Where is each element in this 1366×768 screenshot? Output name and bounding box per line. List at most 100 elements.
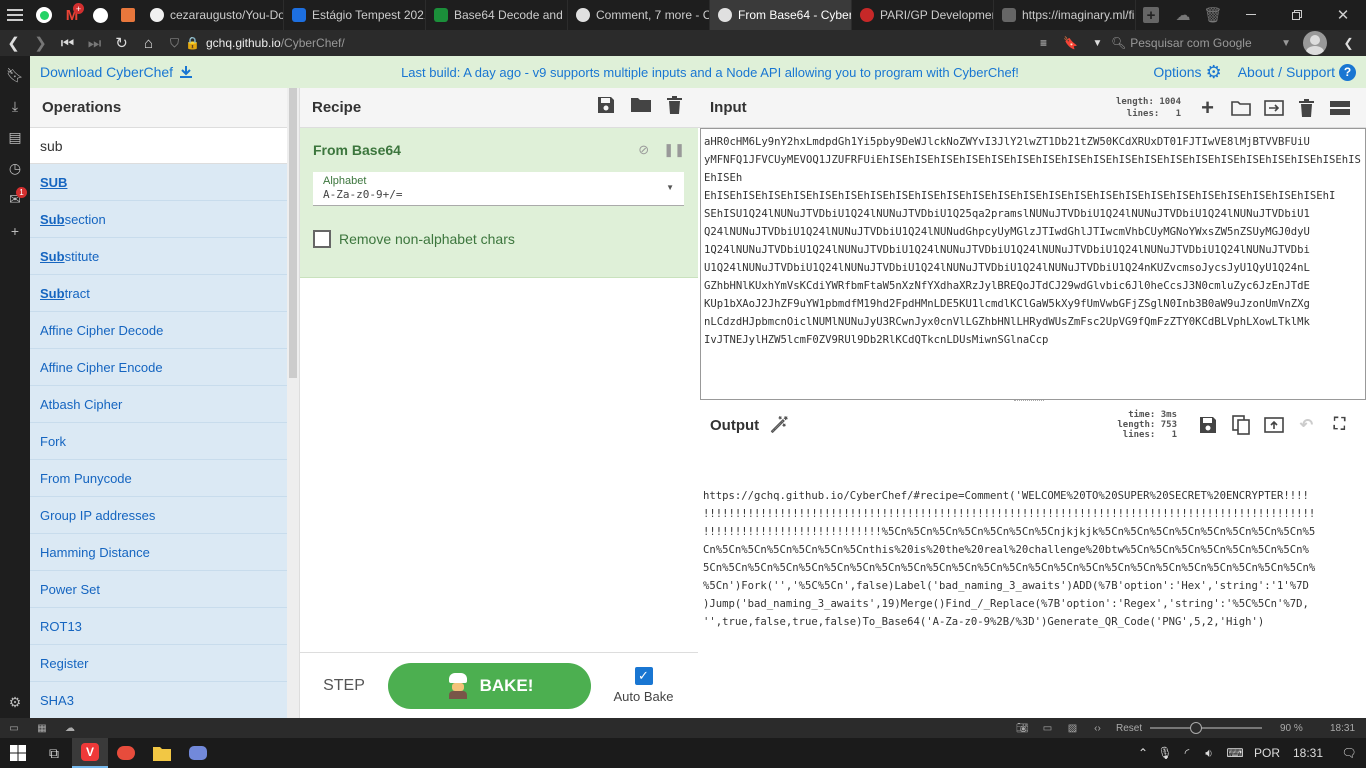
- open-file-icon[interactable]: [1257, 99, 1290, 116]
- operations-scrollbar[interactable]: [287, 88, 299, 718]
- capture-icon[interactable]: 📷︎: [1010, 723, 1035, 734]
- operation-item[interactable]: Atbash Cipher: [30, 386, 287, 423]
- notes-icon[interactable]: ▤: [0, 122, 30, 153]
- bookmark-page-icon[interactable]: 🔖: [1057, 30, 1084, 56]
- keyboard-icon[interactable]: ⌨: [1220, 746, 1250, 760]
- operation-item[interactable]: Fork: [30, 423, 287, 460]
- settings-gear-icon[interactable]: ⚙: [0, 687, 30, 718]
- trash-icon[interactable]: 🗑: [1198, 0, 1228, 30]
- tab-estagio[interactable]: Estágio Tempest 2021: [284, 0, 426, 30]
- tab-github-repo[interactable]: cezaraugusto/You-Don: [142, 0, 284, 30]
- zoom-reset-button[interactable]: Reset: [1116, 723, 1150, 734]
- operation-item[interactable]: SHA3: [30, 682, 287, 719]
- alphabet-select[interactable]: Alphabet A-Za-z0-9+/= ▼: [313, 172, 684, 206]
- notifications-icon[interactable]: 🗨︎: [1332, 746, 1366, 760]
- magic-wand-icon[interactable]: 🪄︎: [769, 415, 789, 435]
- reload-icon[interactable]: ↻: [108, 30, 135, 56]
- copy-output-icon[interactable]: [1224, 415, 1257, 435]
- pinned-tab-whatsapp[interactable]: [30, 0, 58, 30]
- search-engine-dropdown-icon[interactable]: ▼: [1281, 38, 1291, 49]
- vivaldi-taskbar-icon[interactable]: V: [72, 738, 108, 768]
- minimize-icon[interactable]: [1228, 0, 1274, 30]
- address-field[interactable]: ⛉ 🔒 gchq.github.io/CyberChef/: [170, 32, 1030, 54]
- language-indicator[interactable]: POR: [1250, 746, 1284, 760]
- chevron-down-icon[interactable]: ▼: [1084, 30, 1111, 56]
- tray-chevron-up-icon[interactable]: ⌃: [1132, 746, 1154, 760]
- mail-panel-icon[interactable]: ✉ 1: [0, 184, 30, 215]
- add-panel-icon[interactable]: +: [0, 215, 30, 246]
- pinned-tab-github[interactable]: [86, 0, 114, 30]
- restore-icon[interactable]: [1274, 0, 1320, 30]
- home-icon[interactable]: ⌂: [135, 30, 162, 56]
- disable-operation-icon[interactable]: ⊘: [638, 142, 649, 158]
- images-icon[interactable]: ▨: [1060, 723, 1085, 734]
- window-icon[interactable]: ▭: [1035, 723, 1060, 734]
- pinned-tab-bookmark[interactable]: [114, 0, 142, 30]
- rewind-icon[interactable]: ⏮: [54, 30, 81, 56]
- tab-base64-decode[interactable]: Base64 Decode and En: [426, 0, 568, 30]
- operation-item[interactable]: ROT13: [30, 608, 287, 645]
- auto-bake-toggle[interactable]: ✓ Auto Bake: [591, 667, 696, 704]
- operation-item[interactable]: SUB: [30, 164, 287, 201]
- volume-icon[interactable]: 🔉︎: [1198, 746, 1220, 761]
- new-tab-button[interactable]: +: [1136, 0, 1166, 30]
- add-input-icon[interactable]: +: [1191, 95, 1224, 121]
- bookmarks-icon[interactable]: 🔖︎: [0, 60, 30, 91]
- cloud-icon[interactable]: ☁: [56, 723, 84, 734]
- scrollbar-thumb[interactable]: [289, 88, 297, 378]
- history-icon[interactable]: ◷: [0, 153, 30, 184]
- input-textarea[interactable]: aHR0cHM6Ly9nY2hxLmdpdGh1Yi5pby9DeWJlckNo…: [700, 128, 1366, 400]
- close-window-icon[interactable]: ✕: [1320, 0, 1366, 30]
- download-cyberchef-link[interactable]: Download CyberChef: [30, 64, 290, 80]
- pinned-tab-gmail[interactable]: M +: [58, 0, 86, 30]
- output-text[interactable]: https://gchq.github.io/CyberChef/#recipe…: [703, 451, 1363, 667]
- game-app-icon[interactable]: [108, 738, 144, 768]
- fast-forward-icon[interactable]: ⏭: [81, 30, 108, 56]
- operation-item[interactable]: Register: [30, 645, 287, 682]
- wifi-icon[interactable]: ◜: [1176, 746, 1198, 760]
- layout-icon[interactable]: [1323, 100, 1356, 115]
- panel-toggle-icon[interactable]: ▭: [0, 723, 28, 734]
- operation-item[interactable]: Power Set: [30, 571, 287, 608]
- save-output-icon[interactable]: [1191, 416, 1224, 434]
- zoom-slider[interactable]: [1150, 722, 1262, 734]
- step-button[interactable]: STEP: [300, 677, 388, 695]
- open-folder-icon[interactable]: [1224, 100, 1257, 116]
- operation-item[interactable]: Group IP addresses: [30, 497, 287, 534]
- zoom-slider-thumb[interactable]: [1190, 722, 1202, 734]
- operation-item[interactable]: Hamming Distance: [30, 534, 287, 571]
- operation-item[interactable]: Sub stitute: [30, 238, 287, 275]
- sidebar-toggle-icon[interactable]: ❮: [1335, 30, 1362, 56]
- page-actions-icon[interactable]: ‹›: [1085, 723, 1110, 734]
- replace-input-icon[interactable]: [1257, 417, 1290, 433]
- clear-input-icon[interactable]: [1290, 98, 1323, 117]
- auto-bake-checkbox[interactable]: ✓: [634, 667, 653, 685]
- operation-item[interactable]: Sub tract: [30, 275, 287, 312]
- profile-avatar[interactable]: [1303, 31, 1327, 55]
- pause-breakpoint-icon[interactable]: ❚❚: [663, 142, 685, 158]
- reader-view-icon[interactable]: ≡: [1030, 30, 1057, 56]
- tab-imaginary[interactable]: https://imaginary.ml/fi: [994, 0, 1136, 30]
- remove-non-alphabet-checkbox[interactable]: [313, 230, 331, 248]
- operations-search-input[interactable]: sub: [30, 128, 287, 164]
- taskbar-clock[interactable]: 18:31: [1284, 746, 1332, 760]
- tab-cyberchef-comment[interactable]: Comment, 7 more - Cy: [568, 0, 710, 30]
- back-icon[interactable]: ❮: [0, 30, 27, 56]
- operation-item[interactable]: Sub section: [30, 201, 287, 238]
- vivaldi-menu-icon[interactable]: [0, 0, 30, 30]
- save-recipe-icon[interactable]: [597, 96, 615, 119]
- bake-button[interactable]: BAKE!: [388, 662, 591, 709]
- forward-icon[interactable]: ❯: [27, 30, 54, 56]
- load-recipe-icon[interactable]: [631, 96, 651, 119]
- maximise-icon[interactable]: ⛶: [1323, 416, 1356, 434]
- recipe-operation-from-base64[interactable]: From Base64 ⊘ ❚❚ Alphabet A-Za-z0-9+/= ▼…: [300, 128, 698, 278]
- downloads-icon[interactable]: ⤓: [0, 91, 30, 122]
- tab-tiling-icon[interactable]: ▦: [28, 723, 56, 734]
- search-field[interactable]: 🔍︎ Pesquisar com Google ▼: [1111, 32, 1291, 54]
- operation-item[interactable]: Affine Cipher Decode: [30, 312, 287, 349]
- about-support-link[interactable]: About / Support ?: [1238, 63, 1356, 81]
- cloud-sync-icon[interactable]: ☁: [1168, 0, 1198, 30]
- options-link[interactable]: Options ⚙: [1153, 62, 1221, 83]
- tab-pari-gp[interactable]: PARI/GP Development: [852, 0, 994, 30]
- file-explorer-icon[interactable]: [144, 738, 180, 768]
